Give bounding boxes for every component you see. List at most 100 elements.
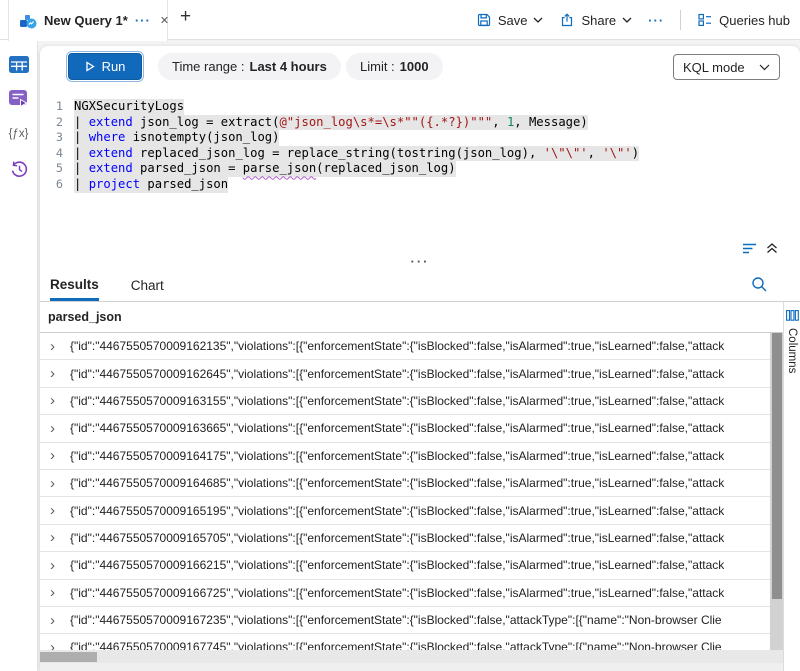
query-editor[interactable]: 1NGXSecurityLogs2| extend json_log = ext… <box>40 88 800 250</box>
run-button[interactable]: Run <box>68 53 142 80</box>
table-icon[interactable] <box>8 54 30 74</box>
run-label: Run <box>102 59 126 74</box>
play-icon <box>85 61 95 72</box>
query-tab[interactable]: New Query 1* ··· ✕ <box>8 0 168 41</box>
expand-chevron-icon[interactable]: › <box>50 640 70 650</box>
table-row[interactable]: ›{"id":"4467550570009164685","violations… <box>40 470 783 497</box>
tab-more-icon[interactable]: ··· <box>135 13 151 28</box>
row-json-text: {"id":"4467550570009166215","violations"… <box>70 558 724 572</box>
row-json-text: {"id":"4467550570009162645","violations"… <box>70 367 724 381</box>
adx-logo-icon <box>19 12 37 30</box>
code-line: 2| extend json_log = extract(@"json_log\… <box>40 115 800 131</box>
share-label: Share <box>581 13 616 28</box>
table-row[interactable]: ›{"id":"4467550570009166215","violations… <box>40 552 783 579</box>
expand-chevron-icon[interactable]: › <box>50 558 70 573</box>
tab-results[interactable]: Results <box>50 270 99 301</box>
line-number: 3 <box>40 130 74 146</box>
horizontal-scrollbar-thumb[interactable] <box>40 652 97 662</box>
query-tab-title: New Query 1* <box>44 13 128 28</box>
history-icon[interactable] <box>8 159 30 179</box>
line-number: 4 <box>40 146 74 162</box>
chevron-down-icon <box>759 64 770 71</box>
expand-chevron-icon[interactable]: › <box>50 476 70 491</box>
code-line: 4| extend replaced_json_log = replace_st… <box>40 146 800 162</box>
columns-side-panel[interactable]: Columns <box>783 302 800 671</box>
bottom-strip <box>40 663 800 671</box>
query-mode-dropdown[interactable]: KQL mode <box>673 54 780 80</box>
query-mode-value: KQL mode <box>683 60 745 75</box>
expand-chevron-icon[interactable]: › <box>50 339 70 354</box>
share-button[interactable]: Share <box>559 12 632 28</box>
columns-panel-label: Columns <box>786 328 798 373</box>
row-json-text: {"id":"4467550570009163155","violations"… <box>70 394 724 408</box>
row-json-text: {"id":"4467550570009165705","violations"… <box>70 531 724 545</box>
save-icon <box>476 12 492 28</box>
table-row[interactable]: ›{"id":"4467550570009163155","violations… <box>40 388 783 415</box>
queries-icon[interactable] <box>8 89 30 109</box>
share-icon <box>559 12 575 28</box>
horizontal-scrollbar[interactable] <box>40 650 783 663</box>
row-json-text: {"id":"4467550570009163665","violations"… <box>70 421 724 435</box>
query-card: Run Time range : Last 4 hours Limit : 10… <box>40 46 800 671</box>
columns-icon <box>786 310 799 321</box>
functions-icon[interactable]: {ƒx} <box>8 124 30 144</box>
table-row[interactable]: ›{"id":"4467550570009165195","violations… <box>40 497 783 524</box>
expand-chevron-icon[interactable]: › <box>50 585 70 600</box>
expand-chevron-icon[interactable]: › <box>50 421 70 436</box>
queries-hub-button[interactable]: Queries hub <box>697 12 790 28</box>
panel-resize-handle[interactable]: ··· <box>40 254 800 269</box>
expand-chevron-icon[interactable]: › <box>50 366 70 381</box>
expand-chevron-icon[interactable]: › <box>50 530 70 545</box>
line-number: 2 <box>40 115 74 131</box>
more-options-icon[interactable]: ··· <box>648 13 664 28</box>
expand-chevron-icon[interactable]: › <box>50 448 70 463</box>
time-range-picker[interactable]: Time range : Last 4 hours <box>158 53 341 80</box>
results-grid: ›{"id":"4467550570009162135","violations… <box>40 333 783 650</box>
limit-value: 1000 <box>400 59 429 74</box>
line-number: 5 <box>40 161 74 177</box>
queries-hub-label: Queries hub <box>719 13 790 28</box>
code-line: 1NGXSecurityLogs <box>40 99 800 115</box>
vertical-scrollbar[interactable] <box>770 333 783 650</box>
chevron-down-icon <box>622 17 632 23</box>
table-row[interactable]: ›{"id":"4467550570009162135","violations… <box>40 333 783 360</box>
line-number: 6 <box>40 177 74 193</box>
save-button[interactable]: Save <box>476 12 544 28</box>
table-row[interactable]: ›{"id":"4467550570009162645","violations… <box>40 360 783 387</box>
top-tab-bar: New Query 1* ··· ✕ + Save <box>0 0 800 40</box>
row-json-text: {"id":"4467550570009165195","violations"… <box>70 504 724 518</box>
table-row[interactable]: ›{"id":"4467550570009164175","violations… <box>40 443 783 470</box>
limit-label: Limit : <box>360 59 395 74</box>
new-tab-button[interactable]: + <box>180 7 191 26</box>
column-header-label: parsed_json <box>48 310 122 324</box>
table-row[interactable]: ›{"id":"4467550570009167235","violations… <box>40 607 783 634</box>
row-json-text: {"id":"4467550570009166725","violations"… <box>70 586 724 600</box>
expand-chevron-icon[interactable]: › <box>50 393 70 408</box>
tab-close-icon[interactable]: ✕ <box>160 14 169 27</box>
row-json-text: {"id":"4467550570009162135","violations"… <box>70 339 724 353</box>
left-sidebar: {ƒx} <box>0 40 38 671</box>
expand-chevron-icon[interactable]: › <box>50 613 70 628</box>
grid-column-header[interactable]: parsed_json <box>40 302 783 333</box>
expand-chevron-icon[interactable]: › <box>50 503 70 518</box>
table-row[interactable]: ›{"id":"4467550570009163665","violations… <box>40 415 783 442</box>
row-json-text: {"id":"4467550570009167745","violations"… <box>70 640 722 650</box>
search-icon[interactable] <box>751 276 768 293</box>
top-actions: Save Share ··· <box>476 0 790 40</box>
divider <box>680 10 681 30</box>
table-row[interactable]: ›{"id":"4467550570009167745","violations… <box>40 634 783 650</box>
time-range-value: Last 4 hours <box>250 59 327 74</box>
row-json-text: {"id":"4467550570009167235","violations"… <box>70 613 722 627</box>
collapse-panel-icon[interactable] <box>766 243 778 254</box>
query-toolbar: Run Time range : Last 4 hours Limit : 10… <box>40 46 800 88</box>
tab-chart[interactable]: Chart <box>131 270 164 301</box>
table-row[interactable]: ›{"id":"4467550570009165705","violations… <box>40 525 783 552</box>
limit-picker[interactable]: Limit : 1000 <box>346 53 443 80</box>
queries-hub-icon <box>697 12 713 28</box>
code-line: 5| extend parsed_json = parse_json(repla… <box>40 161 800 177</box>
row-json-text: {"id":"4467550570009164685","violations"… <box>70 476 724 490</box>
vertical-scrollbar-thumb[interactable] <box>772 333 782 599</box>
code-line: 6| project parsed_json <box>40 177 800 193</box>
table-row[interactable]: ›{"id":"4467550570009166725","violations… <box>40 580 783 607</box>
save-label: Save <box>498 13 528 28</box>
